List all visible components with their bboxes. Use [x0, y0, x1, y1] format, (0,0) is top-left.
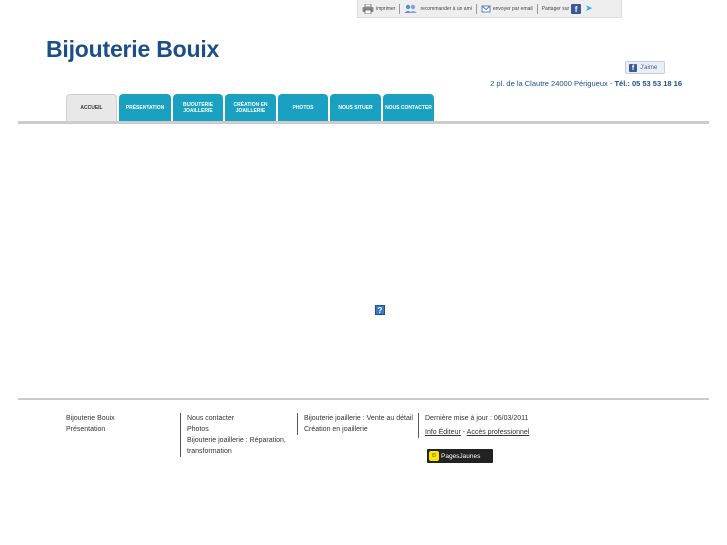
facebook-icon[interactable]: f	[571, 3, 582, 14]
like-label: J'aime	[640, 64, 658, 71]
print-link[interactable]: imprimer	[362, 3, 396, 14]
email-link[interactable]: envoyer par email	[481, 4, 533, 14]
share-group: Partager sur f ➤	[542, 3, 593, 14]
tab-presentation[interactable]: PRÉSENTATION	[119, 94, 171, 121]
footer-link-retail[interactable]: Bijouterie joaillerie : Vente au détail	[304, 413, 414, 424]
recommend-link[interactable]: recommander à un ami	[404, 4, 472, 14]
tab-creation-joaillerie[interactable]: CRÉATION EN JOAILLERIE	[225, 94, 276, 121]
tab-nous-contacter[interactable]: NOUS CONTACTER	[383, 94, 434, 121]
footer-column-1: Bijouterie Bouix Présentation	[66, 413, 166, 435]
pagesjaunes-badge[interactable]: ☺ PagesJaunes	[427, 449, 493, 463]
toolbar-divider	[399, 3, 401, 14]
toolbar-divider	[475, 3, 477, 14]
tab-bijouterie-joaillerie[interactable]: BIJOUTERIE JOAILLERIE	[173, 94, 223, 121]
footer-links-row: Info Éditeur - Accès professionnel	[425, 427, 565, 438]
top-toolbar: imprimer recommander à un ami envoyer pa…	[357, 0, 622, 18]
footer-column-3: Bijouterie joaillerie : Vente au détail …	[297, 413, 414, 435]
footer-link-photos[interactable]: Photos	[187, 424, 299, 435]
recommend-icon	[404, 4, 418, 13]
tab-photos[interactable]: PHOTOS	[278, 94, 328, 121]
address-text: 2 pl. de la Clautre 24000 Périgueux	[490, 79, 608, 88]
footer-column-2: Nous contacter Photos Bijouterie joaille…	[180, 413, 299, 457]
main-nav: ACCUEIL PRÉSENTATION BIJOUTERIE JOAILLER…	[66, 94, 434, 121]
contact-address: 2 pl. de la Clautre 24000 Périgueux - Té…	[490, 79, 682, 88]
pagesjaunes-label: PagesJaunes	[441, 452, 481, 460]
footer-link-home[interactable]: Bijouterie Bouix	[66, 413, 166, 424]
acces-pro-link[interactable]: Accès professionnel	[467, 429, 530, 436]
telephone: Tél.: 05 53 53 18 16	[614, 79, 682, 88]
footer-link-presentation[interactable]: Présentation	[66, 424, 166, 435]
facebook-icon: f	[629, 63, 637, 72]
toolbar-divider	[536, 3, 538, 14]
site-title[interactable]: Bijouterie Bouix	[46, 36, 219, 63]
twitter-icon[interactable]: ➤	[585, 3, 593, 14]
recommend-label: recommander à un ami	[420, 5, 472, 12]
footer-link-repair[interactable]: Bijouterie joaillerie : Réparation, tran…	[187, 435, 299, 457]
nav-divider	[18, 121, 709, 124]
facebook-like-button[interactable]: f J'aime	[625, 61, 665, 74]
last-update: Dernière mise à jour : 06/03/2011	[425, 415, 529, 422]
email-icon	[481, 5, 491, 12]
printer-icon	[362, 3, 374, 14]
footer-divider	[18, 398, 709, 400]
footer-link-separator: -	[462, 429, 466, 436]
footer-link-creation[interactable]: Création en joaillerie	[304, 424, 414, 435]
footer-link-contact[interactable]: Nous contacter	[187, 413, 299, 424]
print-label: imprimer	[376, 5, 396, 12]
share-label: Partager sur	[541, 5, 570, 12]
email-label: envoyer par email	[492, 5, 533, 12]
info-editeur-link[interactable]: Info Éditeur	[425, 429, 461, 436]
tab-nous-situer[interactable]: NOUS SITUER	[330, 94, 381, 121]
footer-column-4: Dernière mise à jour : 06/03/2011 Info É…	[418, 413, 565, 438]
help-icon[interactable]: ?	[375, 305, 385, 315]
pagesjaunes-icon: ☺	[429, 451, 439, 461]
address-separator: -	[609, 79, 613, 88]
tab-accueil[interactable]: ACCUEIL	[66, 94, 117, 121]
